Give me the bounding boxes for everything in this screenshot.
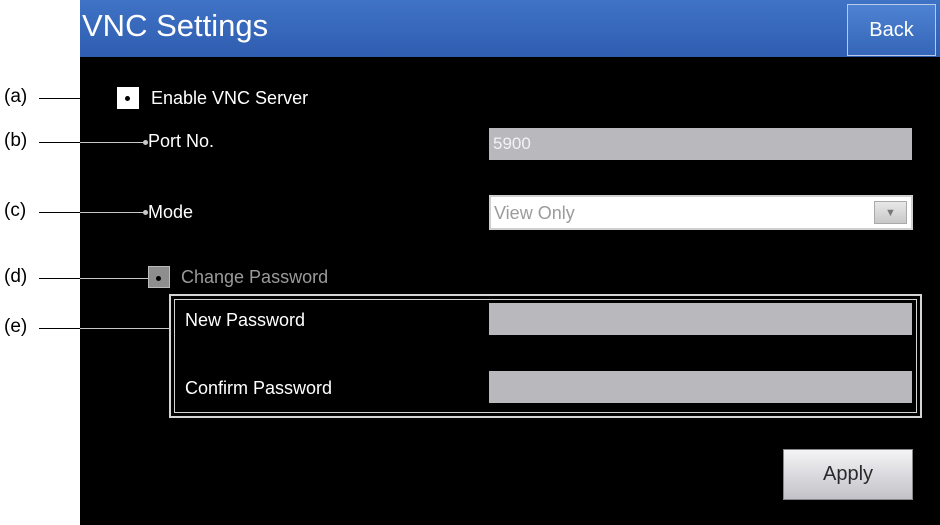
callout-e-leader [39,328,81,329]
new-password-label: New Password [185,310,306,330]
callout-c-leader [39,212,81,213]
callout-e-leader-on-screen [80,328,170,329]
callout-d-leader-on-screen [80,278,158,279]
new-password-field[interactable] [489,303,912,335]
callout-c: (c) [4,200,27,221]
apply-button[interactable]: Apply [783,449,913,500]
mode-label: Mode [148,202,194,222]
callout-a-dot-top [125,96,130,101]
confirm-password-field[interactable] [489,371,912,403]
back-button[interactable]: Back [847,4,936,56]
callout-c-leader-on-screen [80,212,146,213]
callout-d: (d) [4,266,28,287]
callout-d-dot-top [156,276,161,281]
callout-d-leader [39,278,81,279]
confirm-password-label: Confirm Password [185,378,333,398]
callout-a: (a) [4,86,28,107]
chevron-down-icon[interactable]: ▼ [874,201,907,224]
callout-b: (b) [4,130,28,151]
mode-select[interactable]: View Only ▼ [489,195,913,230]
change-password-label: Change Password [181,267,329,287]
enable-vnc-label: Enable VNC Server [151,88,309,108]
callout-a-leader [39,98,127,99]
callout-b-leader-on-screen [80,142,146,143]
page-title: VNC Settings [82,8,269,43]
device-screen [80,0,940,525]
port-field[interactable]: 5900 [489,128,912,160]
port-label: Port No. [148,131,215,151]
mode-selected-value: View Only [494,203,575,223]
callout-b-leader [39,142,81,143]
callout-e: (e) [4,316,28,337]
